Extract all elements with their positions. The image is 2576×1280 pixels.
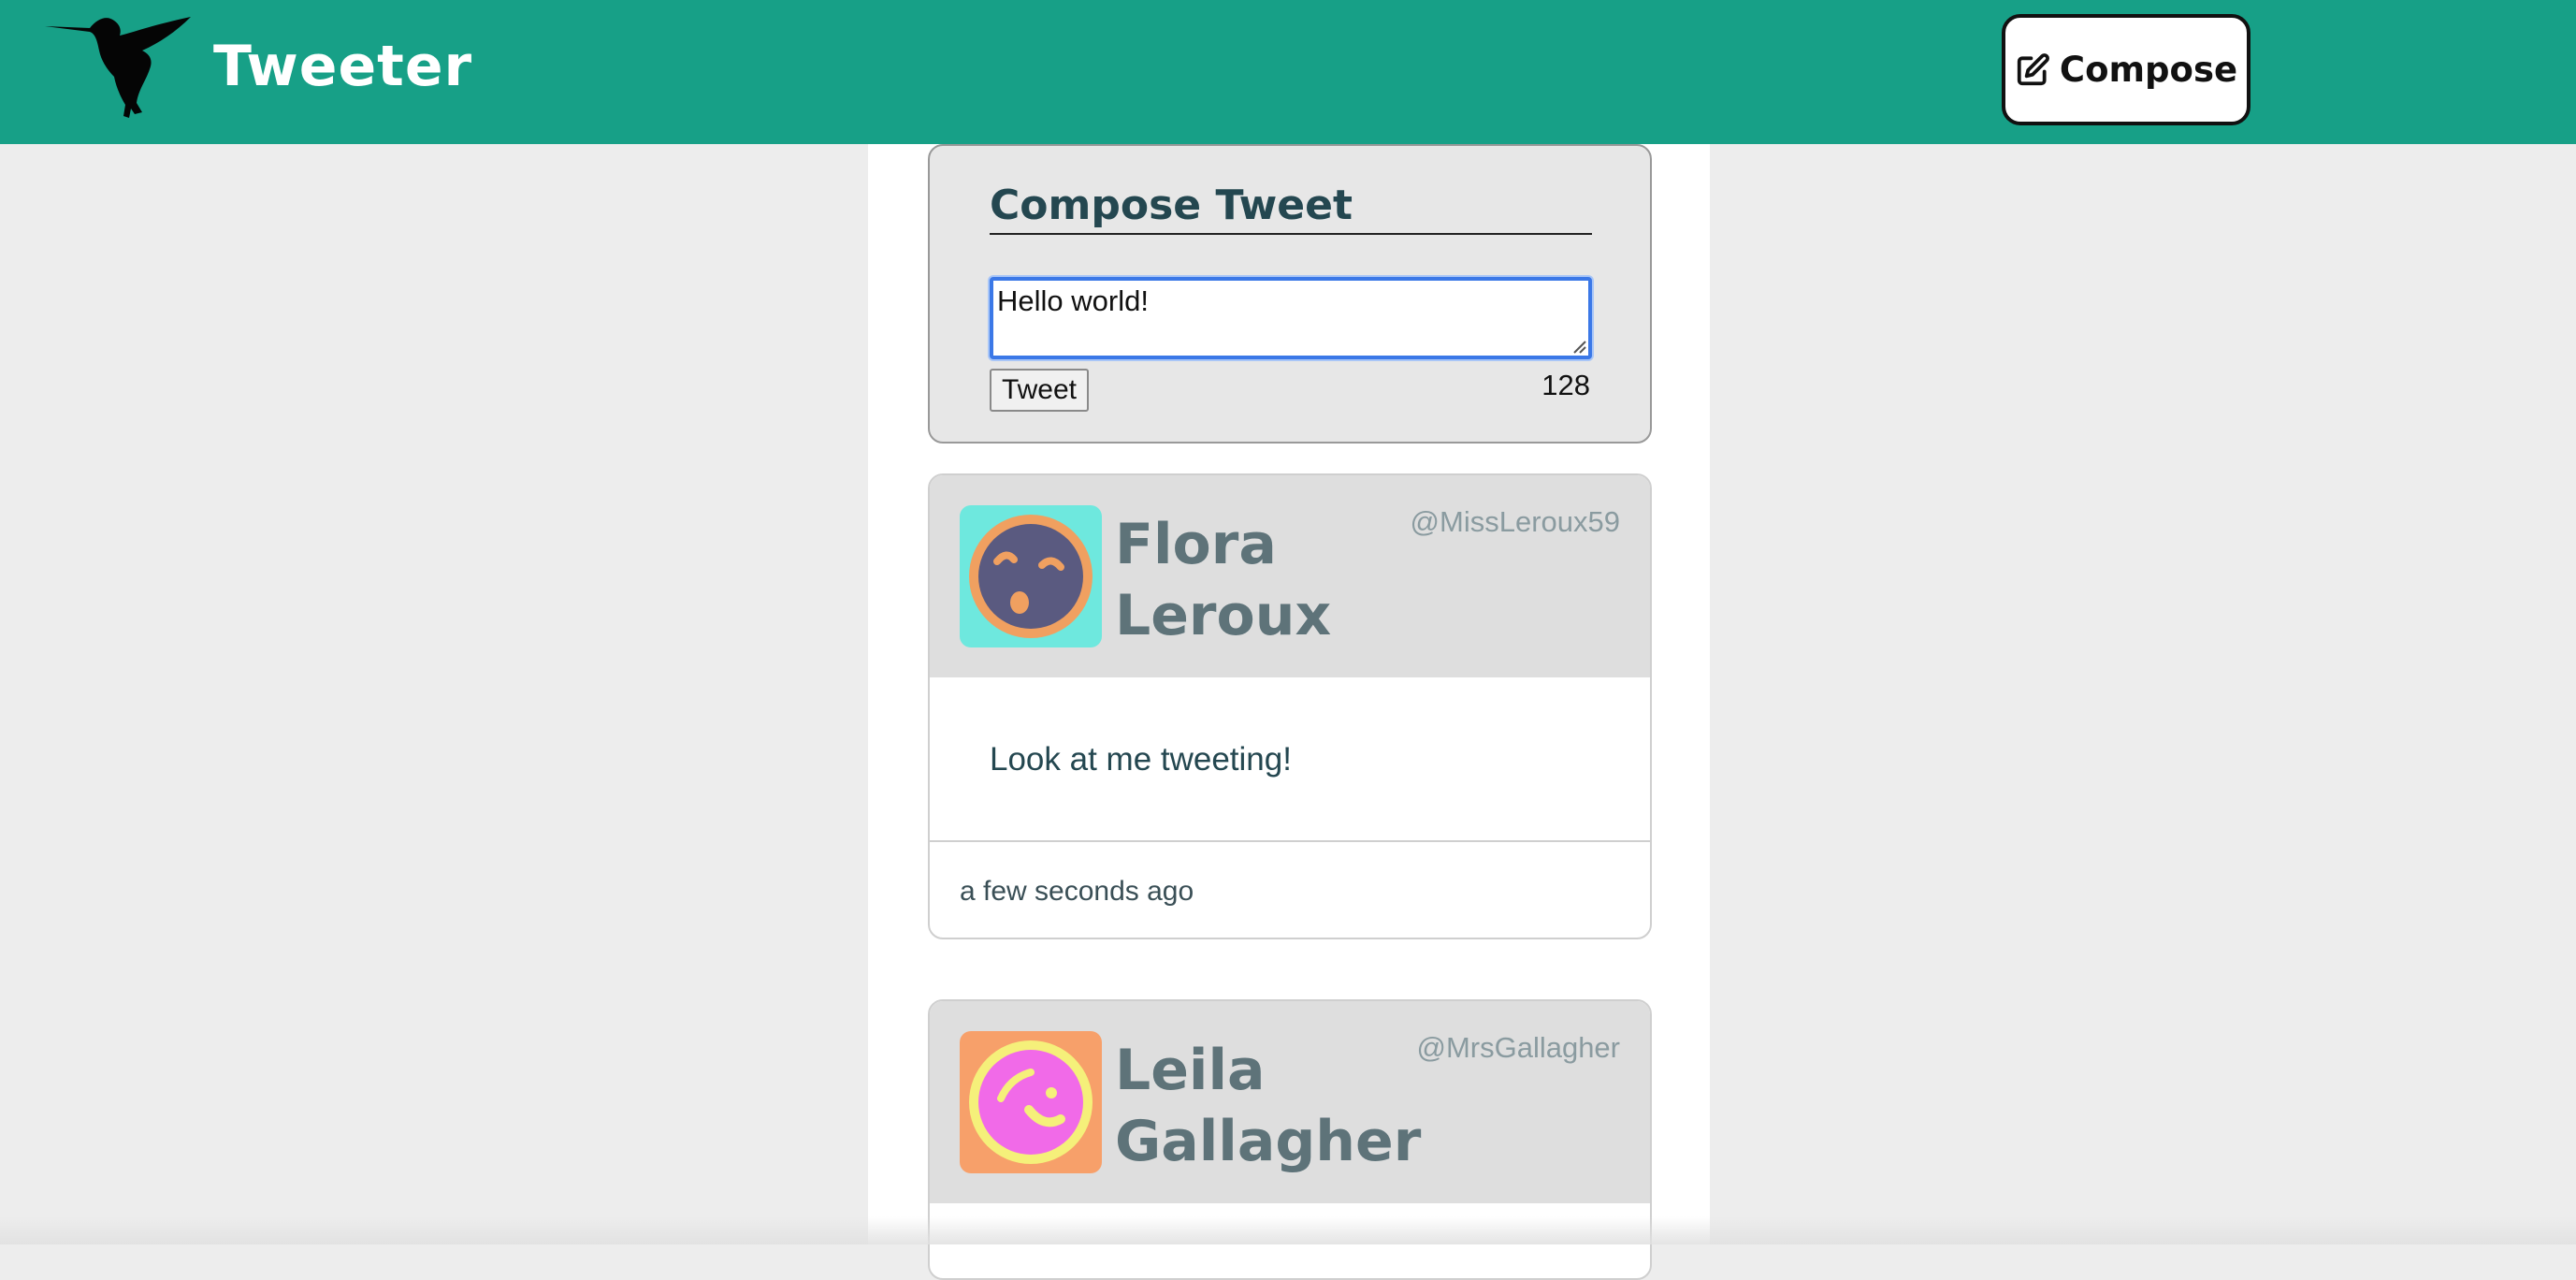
tweet-input[interactable]: Hello world! — [990, 277, 1592, 359]
navbar: Tweeter Compose — [0, 0, 2576, 144]
tweet-button[interactable]: Tweet — [990, 369, 1089, 412]
hummingbird-logo-icon — [45, 17, 191, 118]
tweet-text: Look at me tweeting! — [990, 741, 1292, 778]
brand-title[interactable]: Tweeter — [213, 34, 472, 99]
compose-button[interactable]: Compose — [2002, 14, 2250, 125]
tweet-author-handle: @MrsGallagher — [1416, 1031, 1620, 1064]
tweet-author-handle: @MissLeroux59 — [1410, 505, 1620, 538]
tweet-divider — [930, 840, 1650, 842]
tweet-author-name: Leila Gallagher — [1115, 1038, 1422, 1174]
bottom-scroll-shadow — [0, 1216, 2576, 1244]
avatar-icon — [960, 505, 1102, 647]
tweet-timestamp: a few seconds ago — [960, 876, 1194, 907]
char-counter: 128 — [1541, 369, 1590, 401]
avatar-icon — [960, 1031, 1102, 1173]
compose-title: Compose Tweet — [990, 182, 1592, 235]
tweet-header: Flora Leroux @MissLeroux59 — [930, 475, 1650, 677]
compose-tweet-panel: Compose Tweet Hello world! Tweet 128 — [928, 144, 1652, 444]
compose-button-label: Compose — [2059, 50, 2238, 90]
tweet-card: Flora Leroux @MissLeroux59 Look at me tw… — [928, 473, 1652, 939]
edit-icon — [2017, 52, 2049, 85]
tweet-header: Leila Gallagher @MrsGallagher — [930, 1001, 1650, 1203]
tweet-author-name: Flora Leroux — [1115, 512, 1332, 648]
resize-grip-icon[interactable] — [1571, 339, 1586, 354]
